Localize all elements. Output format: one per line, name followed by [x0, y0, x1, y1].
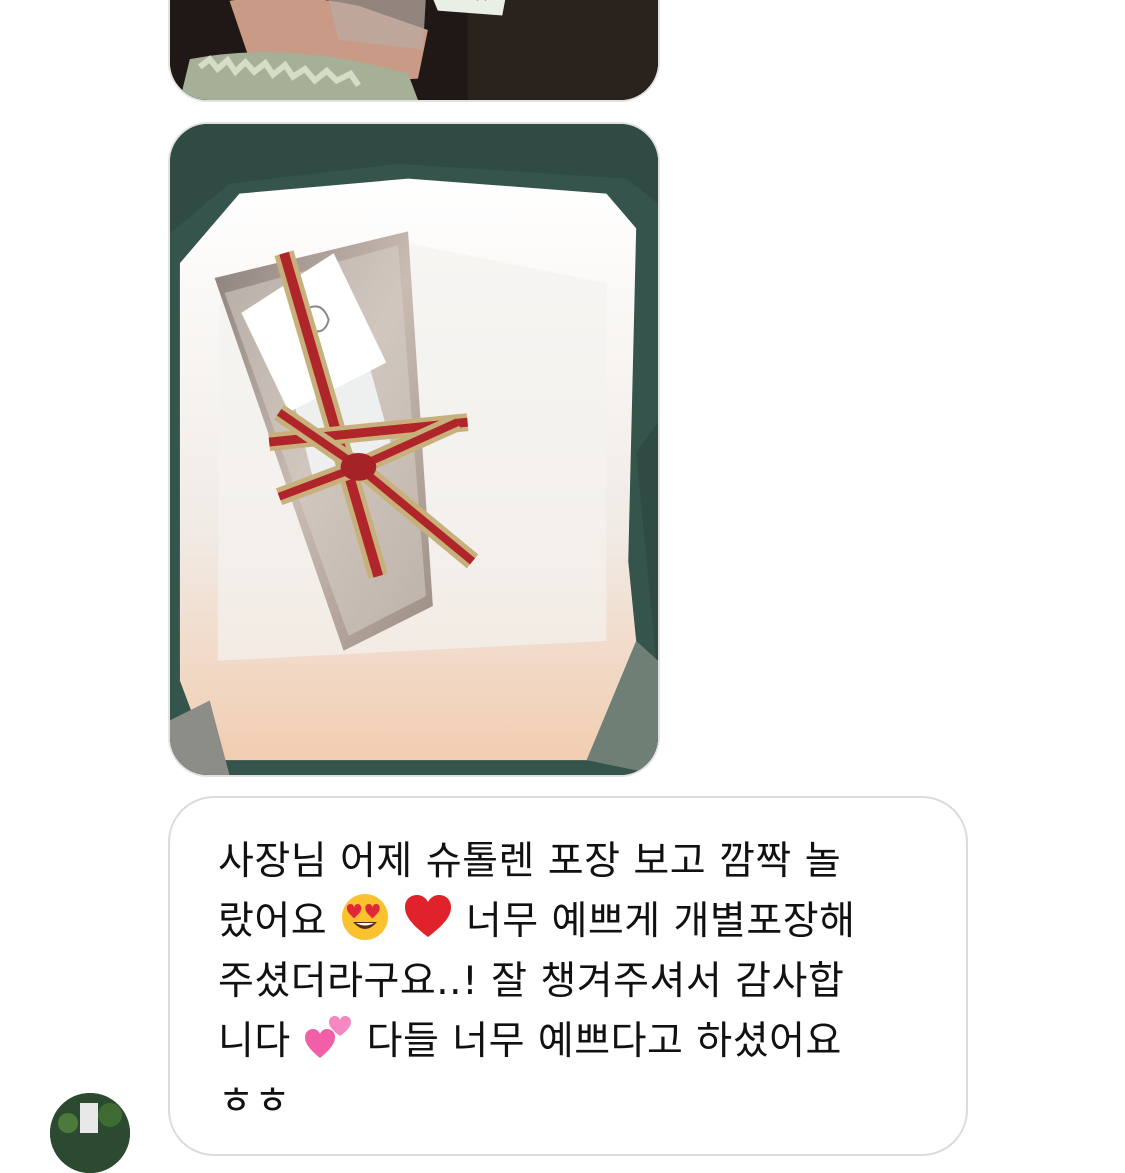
- message-line-1: 사장님 어제 슈톨렌 포장 보고 깜짝 놀: [218, 839, 842, 884]
- message-text-4a: 니다: [218, 1019, 291, 1064]
- photo-stollen-gift-box: [170, 124, 658, 775]
- heart-eyes-emoji-icon: [342, 894, 389, 940]
- message-line-2: 랐어요 너무 예쁘게 개별포장해: [218, 892, 920, 952]
- message-line-4: 니다 다들 너무 예쁘다고 하셨어요: [218, 1012, 920, 1072]
- two-hearts-emoji-icon: [304, 1016, 351, 1058]
- avatar-image: [50, 1093, 130, 1173]
- red-heart-emoji-icon: [404, 895, 451, 937]
- message-line-5: ㅎㅎ: [218, 1079, 291, 1124]
- message-line-3: 주셨더라구요..! 잘 챙겨주셔서 감사합: [218, 959, 845, 1004]
- sender-avatar[interactable]: [50, 1093, 130, 1173]
- message-bubble[interactable]: 사장님 어제 슈톨렌 포장 보고 깜짝 놀 랐어요 너무 예쁘게 개별포장해 주…: [168, 796, 968, 1156]
- svg-text:★: ★: [473, 0, 491, 6]
- message-photo-top[interactable]: ★: [168, 0, 660, 102]
- message-text-2b: 너무 예쁘게 개별포장해: [465, 899, 856, 944]
- photo-hand-holding-package: ★: [170, 0, 658, 100]
- message-text-4b: 다들 너무 예쁘다고 하셨어요: [366, 1019, 842, 1064]
- message-photo-gift[interactable]: [168, 122, 660, 777]
- message-text-2a: 랐어요: [218, 899, 328, 944]
